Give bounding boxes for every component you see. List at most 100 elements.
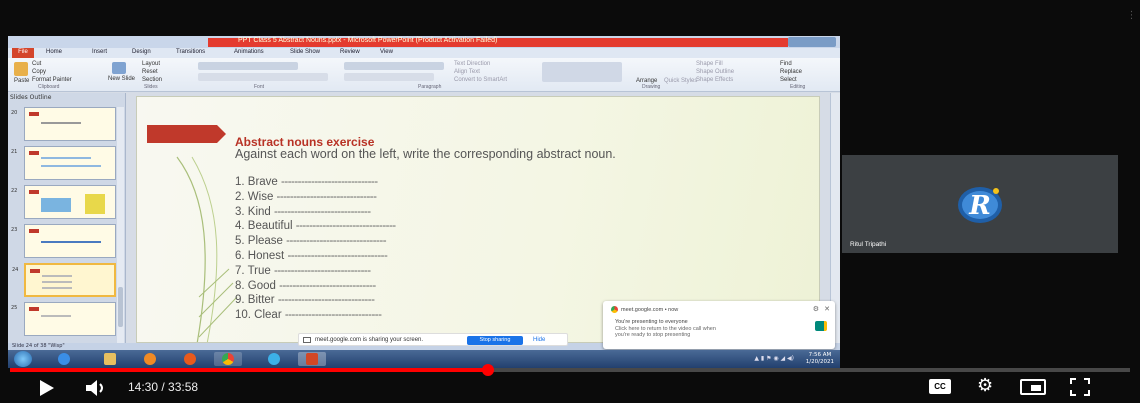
tab-transitions[interactable]: Transitions <box>176 49 205 55</box>
smartart-button[interactable]: Convert to SmartArt <box>454 77 507 84</box>
play-icon[interactable] <box>40 380 54 396</box>
title-accent-tab <box>147 125 226 143</box>
shape-outline-button[interactable]: Shape Outline <box>696 69 734 76</box>
gear-icon[interactable]: ⚙ <box>813 305 819 313</box>
system-tray-icons[interactable]: ▲ ▮ ⚑ ◉ ◢ ◀) <box>754 355 794 362</box>
settings-gear-icon[interactable]: ⚙ <box>977 376 993 396</box>
notification-title: You're presenting to everyone <box>615 319 688 325</box>
paste-icon[interactable] <box>14 62 28 76</box>
thumbnail-number: 24 <box>12 267 19 273</box>
participant-tile[interactable]: R Ritul Tripathi <box>842 155 1118 253</box>
align-text-button[interactable]: Align Text <box>454 69 480 76</box>
answer-line: ------------------------------ <box>286 235 387 248</box>
slide-thumbnail[interactable]: 22 <box>11 185 116 219</box>
answer-line: ----------------------------- <box>277 294 375 307</box>
align-buttons[interactable] <box>344 73 434 81</box>
thumbnail-shape <box>85 194 105 214</box>
start-button-icon[interactable] <box>14 351 32 367</box>
new-slide-label[interactable]: New Slide <box>108 76 135 83</box>
thumbnail-number: 20 <box>11 110 18 116</box>
answer-line: ----------------------------- <box>279 279 376 292</box>
item-word: 2. Wise <box>235 190 274 203</box>
thumbnail-scrollbar[interactable] <box>117 107 124 343</box>
tab-design[interactable]: Design <box>132 49 151 55</box>
volume-icon[interactable] <box>84 378 110 398</box>
item-word: 1. Brave <box>235 176 278 188</box>
slide-thumbnail[interactable]: 23 <box>11 224 116 258</box>
tab-slide-show[interactable]: Slide Show <box>290 49 320 55</box>
network-app-icon[interactable] <box>260 352 288 366</box>
tab-animations[interactable]: Animations <box>234 49 264 55</box>
find-button[interactable]: Find <box>780 61 792 68</box>
tab-review[interactable]: Review <box>340 49 360 55</box>
layout-button[interactable]: Layout <box>142 61 160 68</box>
more-options-icon[interactable]: ⋮ <box>1123 10 1140 40</box>
explorer-icon[interactable] <box>96 352 124 366</box>
exercise-list: 1. Brave ----------------------------- 2… <box>235 176 396 324</box>
stop-sharing-button[interactable]: Stop sharing <box>467 336 523 345</box>
quick-styles-button[interactable]: Quick Styles <box>664 78 697 85</box>
tab-insert[interactable]: Insert <box>92 49 107 55</box>
list-item: 10. Clear ----------------------------- <box>235 309 396 324</box>
group-label-slides: Slides <box>144 84 158 90</box>
shapes-gallery[interactable] <box>542 62 622 82</box>
close-icon[interactable]: ✕ <box>824 305 830 313</box>
copy-button[interactable]: Copy <box>32 69 46 76</box>
thumbnail-accent <box>29 112 39 116</box>
ppt-ribbon: Paste Cut Copy Format Painter New Slide … <box>8 58 840 92</box>
select-button[interactable]: Select <box>780 77 797 84</box>
screen-share-bar: meet.google.com is sharing your screen. … <box>298 333 568 346</box>
paste-label[interactable]: Paste <box>14 78 29 85</box>
format-painter-button[interactable]: Format Painter <box>32 77 72 84</box>
list-item: 1. Brave ----------------------------- <box>235 176 396 191</box>
cut-button[interactable]: Cut <box>32 61 41 68</box>
logo-letter: R <box>968 191 991 221</box>
new-slide-icon[interactable] <box>112 62 126 74</box>
list-item: 7. True ----------------------------- <box>235 265 396 280</box>
section-button[interactable]: Section <box>142 77 162 84</box>
shape-effects-button[interactable]: Shape Effects <box>696 77 733 84</box>
window-controls[interactable] <box>788 37 836 47</box>
video-player[interactable]: PPT Class 5 Abstract Nouns.pptx - Micros… <box>0 0 1140 403</box>
side-pane-tabs[interactable]: Slides Outline <box>10 94 51 101</box>
fullscreen-icon[interactable] <box>1070 378 1090 396</box>
item-word: 4. Beautiful <box>235 220 293 233</box>
notification-header: meet.google.com • now <box>621 307 679 313</box>
font-selector[interactable] <box>198 62 298 70</box>
scrollbar-thumb[interactable] <box>118 287 123 327</box>
time-display: 14:30 / 33:58 <box>128 380 199 394</box>
firefox-icon[interactable] <box>176 352 204 366</box>
taskbar-clock[interactable]: 7:56 AM 1/20/2021 <box>806 352 834 366</box>
thumbnail-line <box>41 315 71 317</box>
miniplayer-icon[interactable] <box>1020 379 1046 395</box>
tab-home[interactable]: Home <box>46 49 62 55</box>
meet-notification[interactable]: meet.google.com • now ⚙ ✕ You're present… <box>603 301 835 349</box>
slide-thumbnail-selected[interactable]: 24 <box>12 263 116 297</box>
chrome-taskbar-icon[interactable] <box>214 352 242 366</box>
media-player-icon[interactable] <box>136 352 164 366</box>
list-item: 5. Please ------------------------------ <box>235 235 396 250</box>
player-controls: 14:30 / 33:58 CC ⚙ <box>0 372 1140 403</box>
list-buttons[interactable] <box>344 62 444 70</box>
tab-file[interactable]: File <box>12 48 34 58</box>
tab-view[interactable]: View <box>380 49 393 55</box>
ppt-titlebar: PPT Class 5 Abstract Nouns.pptx - Micros… <box>8 36 840 48</box>
list-item: 2. Wise ------------------------------ <box>235 191 396 206</box>
shape-fill-button[interactable]: Shape Fill <box>696 61 723 68</box>
slide-thumbnail[interactable]: 25 <box>11 302 116 336</box>
replace-button[interactable]: Replace <box>780 69 802 76</box>
text-direction-button[interactable]: Text Direction <box>454 61 490 68</box>
slide-thumbnail[interactable]: 21 <box>11 146 116 180</box>
font-format-buttons[interactable] <box>198 73 328 81</box>
reset-button[interactable]: Reset <box>142 69 158 76</box>
ie-icon[interactable] <box>50 352 78 366</box>
powerpoint-taskbar-icon[interactable] <box>298 352 326 366</box>
group-label-font: Font <box>254 84 265 90</box>
hide-button[interactable]: Hide <box>533 337 545 343</box>
slide-thumbnail[interactable]: 20 <box>11 107 116 141</box>
ppt-window-title: PPT Class 5 Abstract Nouns.pptx - Micros… <box>238 37 498 44</box>
captions-button[interactable]: CC <box>929 379 951 394</box>
list-item: 3. Kind ----------------------------- <box>235 206 396 221</box>
participant-name: Ritul Tripathi <box>850 241 887 248</box>
thumbnail-line <box>41 241 101 243</box>
